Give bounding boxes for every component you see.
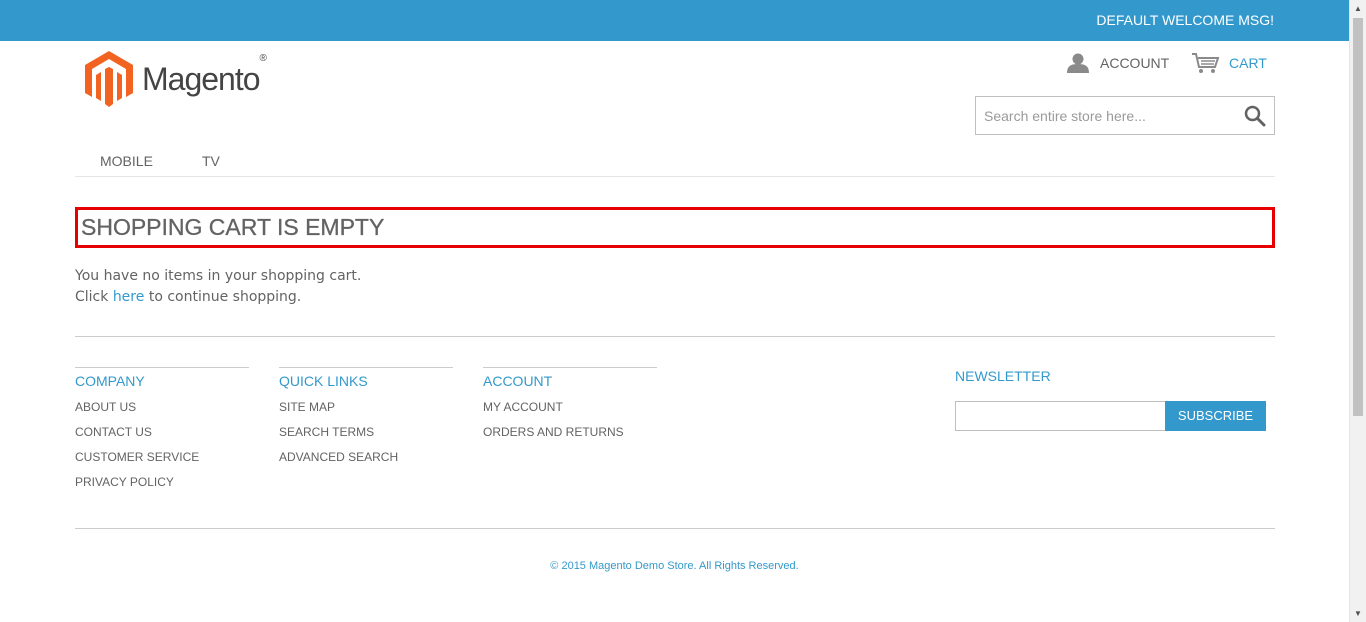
nav-item-mobile[interactable]: MOBILE	[100, 153, 153, 169]
newsletter-title: NEWSLETTER	[955, 368, 1051, 384]
search-input[interactable]	[976, 97, 1238, 134]
copyright-text: © 2015 Magento Demo Store. All Rights Re…	[550, 560, 799, 572]
user-icon	[1067, 53, 1089, 73]
newsletter-email-input[interactable]	[955, 401, 1166, 431]
cart-link[interactable]: CART	[1191, 52, 1267, 74]
footer-link-search-terms[interactable]: SEARCH TERMS	[279, 425, 453, 450]
logo-wordmark: Magento®	[142, 52, 267, 97]
cart-empty-message: You have no items in your shopping cart.…	[75, 266, 361, 308]
footer-link-orders-and-returns[interactable]: ORDERS AND RETURNS	[483, 425, 657, 450]
footer-column-account: ACCOUNT MY ACCOUNT ORDERS AND RETURNS	[483, 367, 657, 450]
welcome-message: DEFAULT WELCOME MSG!	[1096, 12, 1274, 28]
newsletter-block: NEWSLETTER SUBSCRIBE	[955, 368, 1275, 431]
footer-link-my-account[interactable]: MY ACCOUNT	[483, 400, 657, 425]
footer-column-company: COMPANY ABOUT US CONTACT US CUSTOMER SER…	[75, 367, 249, 500]
footer-top-divider	[75, 336, 1275, 337]
subscribe-button[interactable]: SUBSCRIBE	[1165, 401, 1266, 431]
cart-icon	[1192, 53, 1220, 73]
footer-bottom-divider	[75, 528, 1275, 529]
empty-cart-text: You have no items in your shopping cart.	[75, 268, 362, 284]
account-label: ACCOUNT	[1100, 55, 1170, 71]
cart-label: CART	[1229, 55, 1267, 71]
footer-link-advanced-search[interactable]: ADVANCED SEARCH	[279, 450, 453, 475]
footer-link-privacy-policy[interactable]: PRIVACY POLICY	[75, 475, 249, 500]
magento-logo-icon	[85, 51, 133, 107]
footer-column-title: ACCOUNT	[483, 373, 553, 389]
vertical-scrollbar[interactable]: ▲ ▼	[1349, 0, 1366, 622]
nav-item-tv[interactable]: TV	[202, 153, 220, 169]
search-form	[975, 96, 1275, 135]
top-bar: DEFAULT WELCOME MSG!	[0, 0, 1349, 41]
page-title-box: SHOPPING CART IS EMPTY	[75, 207, 1275, 248]
store-logo[interactable]: Magento®	[84, 50, 284, 108]
footer-link-customer-service[interactable]: CUSTOMER SERVICE	[75, 450, 249, 475]
account-link[interactable]: ACCOUNT	[1066, 52, 1169, 74]
footer-link-about-us[interactable]: ABOUT US	[75, 400, 249, 425]
footer-link-site-map[interactable]: SITE MAP	[279, 400, 453, 425]
footer-column-title: COMPANY	[75, 373, 145, 389]
search-icon[interactable]	[1244, 105, 1266, 127]
page-title: SHOPPING CART IS EMPTY	[81, 214, 385, 240]
scroll-up-arrow-icon[interactable]: ▲	[1350, 0, 1366, 17]
continue-shopping-link[interactable]: here	[113, 289, 145, 305]
scroll-down-arrow-icon[interactable]: ▼	[1350, 605, 1366, 622]
footer-link-contact-us[interactable]: CONTACT US	[75, 425, 249, 450]
scroll-thumb[interactable]	[1353, 18, 1363, 416]
main-navigation: MOBILE TV	[75, 150, 1275, 177]
footer-column-quick-links: QUICK LINKS SITE MAP SEARCH TERMS ADVANC…	[279, 367, 453, 475]
footer-column-title: QUICK LINKS	[279, 373, 368, 389]
continue-shopping-text: Click here to continue shopping.	[75, 289, 302, 305]
